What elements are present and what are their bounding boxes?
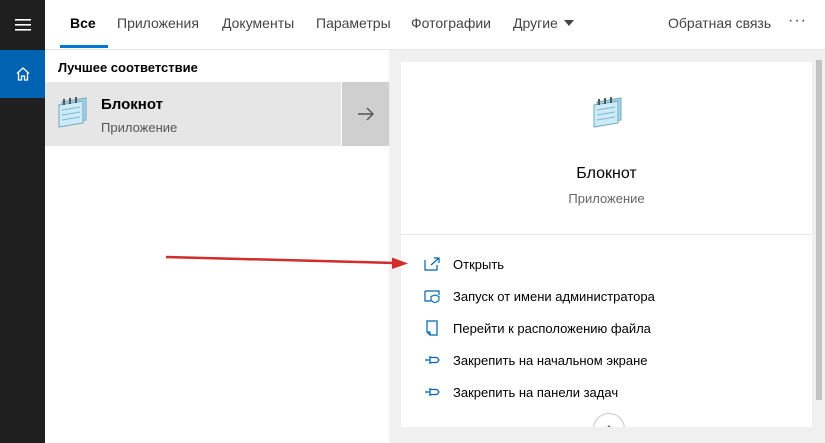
section-title: Лучшее соответствие — [58, 60, 198, 75]
details-app-name: Блокнот — [576, 165, 637, 182]
admin-shield-icon — [423, 287, 441, 305]
file-location-icon — [423, 319, 441, 337]
action-run-as-admin[interactable]: Запуск от имени администратора — [423, 284, 655, 308]
tab-settings[interactable]: Параметры — [316, 0, 391, 50]
open-icon — [423, 255, 441, 273]
hamburger-icon[interactable] — [0, 0, 45, 50]
search-scope-tabs: Все Приложения Документы Параметры Фотог… — [45, 0, 825, 50]
details-pane: Блокнот Приложение Открыть Запуск от име… — [401, 62, 812, 443]
scrollbar-thumb[interactable] — [816, 60, 822, 400]
feedback-button[interactable]: Обратная связь — [668, 0, 771, 50]
scrollbar[interactable] — [813, 52, 825, 443]
arrow-right-icon — [357, 107, 374, 121]
pin-icon — [423, 383, 441, 401]
app-name: Блокнот — [101, 96, 163, 113]
action-open-file-location[interactable]: Перейти к расположению файла — [423, 316, 651, 340]
more-options-button[interactable]: ··· — [788, 0, 807, 50]
notepad-icon — [591, 96, 625, 133]
tab-all[interactable]: Все — [60, 0, 108, 50]
pin-icon — [423, 351, 441, 369]
details-footer — [401, 427, 812, 443]
app-type: Приложение — [101, 120, 178, 135]
tab-more-categories[interactable]: Другие — [513, 0, 574, 50]
best-match-item[interactable]: Блокнот Приложение — [45, 82, 341, 146]
divider — [401, 234, 812, 235]
action-pin-to-start[interactable]: Закрепить на начальном экране — [423, 348, 648, 372]
open-details-button[interactable] — [342, 82, 389, 146]
chevron-down-icon — [563, 20, 574, 26]
tab-apps[interactable]: Приложения — [117, 0, 199, 50]
tab-documents[interactable]: Документы — [222, 0, 294, 50]
action-open[interactable]: Открыть — [423, 252, 504, 276]
left-rail — [0, 0, 45, 443]
tab-photos[interactable]: Фотографии — [411, 0, 491, 50]
details-app-type: Приложение — [568, 191, 645, 206]
results-list: Лучшее соответствие Блокнот Приложение — [45, 50, 389, 443]
notepad-icon — [56, 96, 90, 133]
annotation-arrow — [165, 255, 408, 269]
action-pin-to-taskbar[interactable]: Закрепить на панели задач — [423, 380, 618, 404]
home-icon[interactable] — [0, 50, 45, 98]
